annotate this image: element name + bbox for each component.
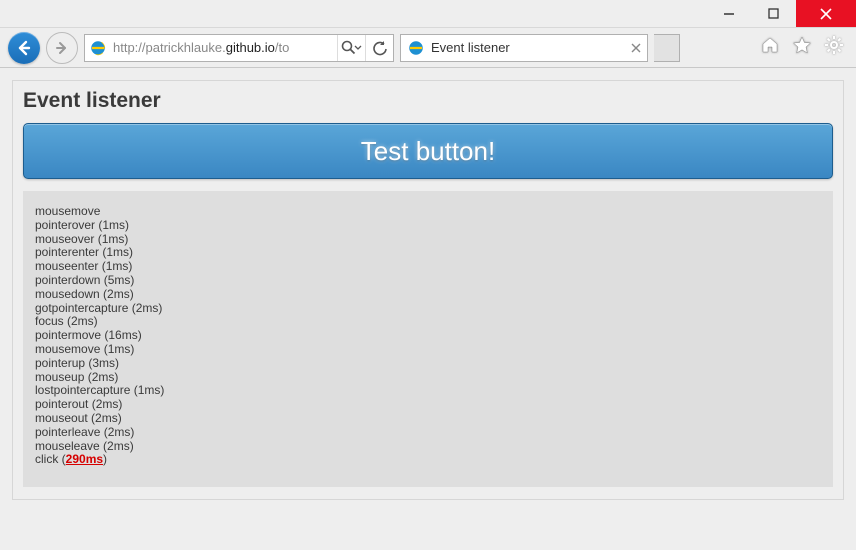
- event-log-line: pointerenter (1ms): [35, 246, 821, 260]
- window-titlebar: [0, 0, 856, 28]
- event-log: mousemovepointerover (1ms)mouseover (1ms…: [23, 191, 833, 487]
- event-log-line: click (290ms): [35, 453, 821, 467]
- arrow-left-icon: [15, 39, 33, 57]
- settings-button[interactable]: [824, 35, 844, 60]
- event-log-line: pointerout (2ms): [35, 398, 821, 412]
- refresh-icon: [372, 40, 388, 56]
- back-button[interactable]: [8, 32, 40, 64]
- page-content: Event listener Test button! mousemovepoi…: [12, 80, 844, 500]
- home-button[interactable]: [760, 35, 780, 60]
- event-log-line: mousedown (2ms): [35, 288, 821, 302]
- toolbar-right-icons: [760, 35, 848, 60]
- test-button[interactable]: Test button!: [23, 123, 833, 179]
- tab-title: Event listener: [431, 40, 625, 55]
- refresh-button[interactable]: [365, 35, 393, 61]
- event-log-line: pointerdown (5ms): [35, 274, 821, 288]
- window-close-button[interactable]: [796, 0, 856, 27]
- close-icon: [820, 8, 832, 20]
- favorites-button[interactable]: [792, 35, 812, 60]
- forward-button[interactable]: [46, 32, 78, 64]
- close-icon: [631, 43, 641, 53]
- home-icon: [760, 35, 780, 55]
- address-bar-text: http://patrickhlauke.github.io/to: [107, 40, 337, 55]
- tab-close-button[interactable]: [631, 40, 641, 56]
- new-tab-button[interactable]: [654, 34, 680, 62]
- event-log-line: mouseover (1ms): [35, 233, 821, 247]
- event-log-line: mousemove (1ms): [35, 343, 821, 357]
- maximize-icon: [768, 8, 779, 19]
- page-heading: Event listener: [13, 81, 843, 123]
- ie-logo-icon: [89, 39, 107, 57]
- event-log-line: pointerleave (2ms): [35, 426, 821, 440]
- event-log-line: pointerup (3ms): [35, 357, 821, 371]
- url-domain: github.io: [226, 40, 275, 55]
- window-maximize-button[interactable]: [751, 0, 796, 27]
- minimize-icon: [723, 8, 735, 20]
- event-log-line: mousemove: [35, 205, 821, 219]
- event-log-line: mouseleave (2ms): [35, 440, 821, 454]
- event-log-line: mouseout (2ms): [35, 412, 821, 426]
- address-bar[interactable]: http://patrickhlauke.github.io/to: [84, 34, 394, 62]
- event-log-line: pointerover (1ms): [35, 219, 821, 233]
- ie-logo-icon: [407, 39, 425, 57]
- browser-tab[interactable]: Event listener: [400, 34, 648, 62]
- event-log-line: pointermove (16ms): [35, 329, 821, 343]
- event-log-line: gotpointercapture (2ms): [35, 302, 821, 316]
- browser-toolbar: http://patrickhlauke.github.io/to Event …: [0, 28, 856, 68]
- window-minimize-button[interactable]: [706, 0, 751, 27]
- url-suffix: /to: [275, 40, 289, 55]
- search-button[interactable]: [337, 35, 365, 61]
- url-prefix: http://patrickhlauke.: [113, 40, 226, 55]
- event-log-line: focus (2ms): [35, 315, 821, 329]
- event-log-line: mouseenter (1ms): [35, 260, 821, 274]
- gear-icon: [824, 35, 844, 55]
- arrow-right-icon: [54, 40, 70, 56]
- page-viewport: Event listener Test button! mousemovepoi…: [0, 68, 856, 550]
- star-icon: [792, 35, 812, 55]
- event-log-line: lostpointercapture (1ms): [35, 384, 821, 398]
- event-log-line: mouseup (2ms): [35, 371, 821, 385]
- chevron-down-icon: [354, 44, 362, 52]
